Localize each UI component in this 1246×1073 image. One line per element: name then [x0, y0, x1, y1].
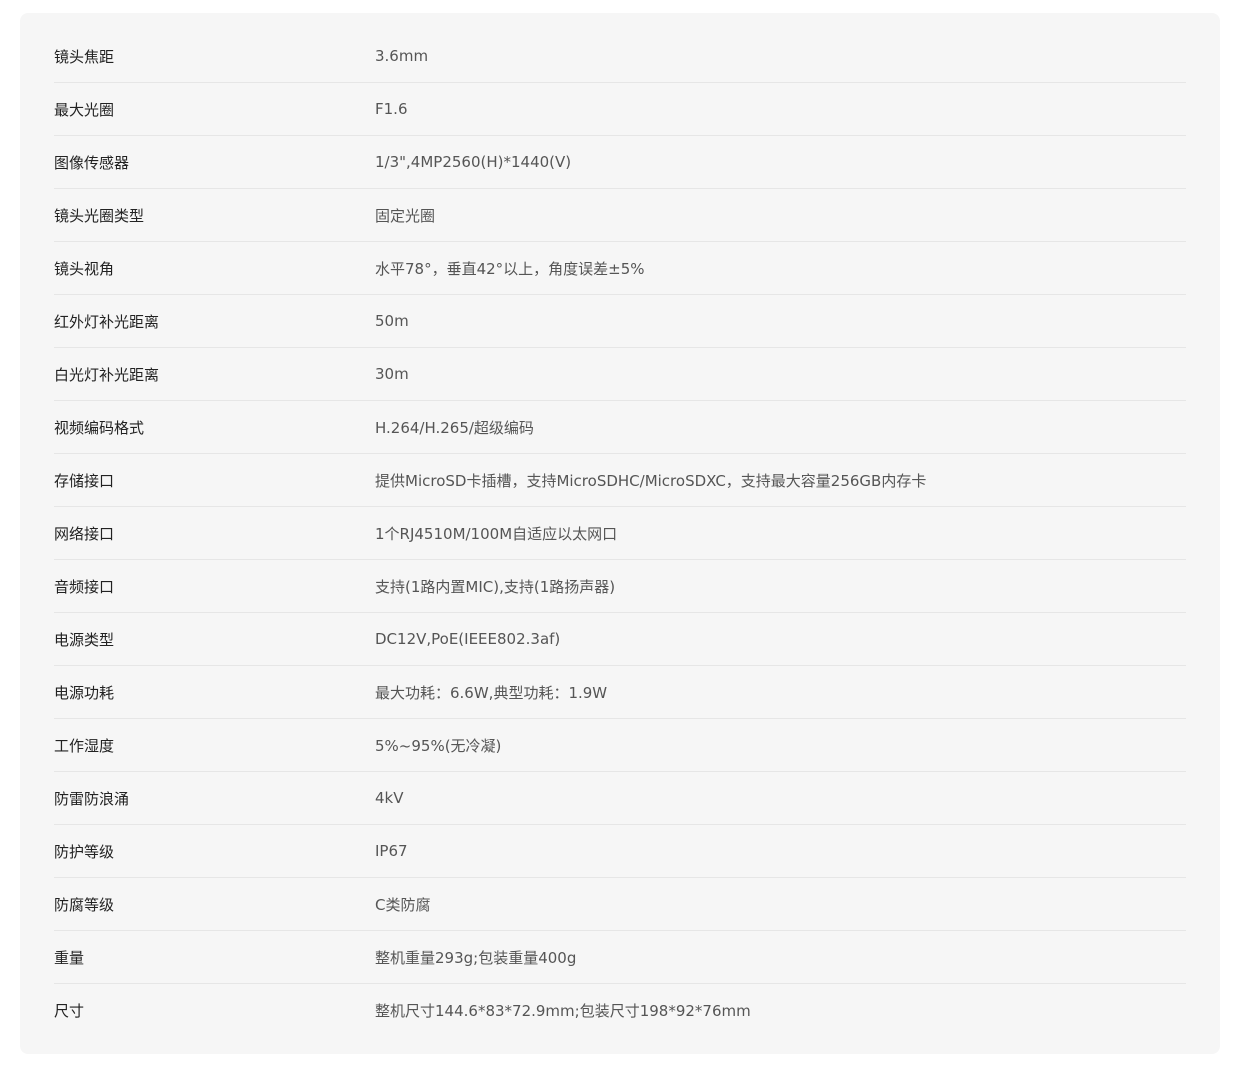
spec-value: H.264/H.265/超级编码 [375, 418, 534, 437]
spec-label: 图像传感器 [54, 153, 130, 172]
spec-label: 防护等级 [54, 842, 115, 861]
spec-label: 防腐等级 [54, 895, 115, 914]
spec-value: 整机重量293g;包装重量400g [375, 948, 577, 967]
spec-row-ir-distance: 红外灯补光距离 50m [54, 295, 1186, 348]
spec-table: 镜头焦距 3.6mm 最大光圈 F1.6 图像传感器 1/3",4MP2560(… [20, 13, 1220, 1054]
spec-label: 存储接口 [54, 471, 115, 490]
spec-value: 4kV [375, 789, 404, 807]
spec-row-dimensions: 尺寸 整机尺寸144.6*83*72.9mm;包装尺寸198*92*76mm [54, 984, 1186, 1036]
spec-row-max-aperture: 最大光圈 F1.6 [54, 83, 1186, 136]
spec-value: 3.6mm [375, 47, 429, 65]
spec-row-power-type: 电源类型 DC12V,PoE(IEEE802.3af) [54, 613, 1186, 666]
spec-label: 白光灯补光距离 [54, 365, 160, 384]
spec-row-ip-rating: 防护等级 IP67 [54, 825, 1186, 878]
spec-row-lens-focal-length: 镜头焦距 3.6mm [54, 30, 1186, 83]
spec-value: IP67 [375, 842, 408, 860]
spec-row-network-interface: 网络接口 1个RJ4510M/100M自适应以太网口 [54, 507, 1186, 560]
spec-value: 最大功耗：6.6W,典型功耗：1.9W [375, 683, 608, 702]
spec-value: 水平78°，垂直42°以上，角度误差±5% [375, 259, 645, 278]
spec-value: 支持(1路内置MIC),支持(1路扬声器) [375, 577, 616, 596]
spec-value: 提供MicroSD卡插槽，支持MicroSDHC/MicroSDXC，支持最大容… [375, 471, 927, 490]
spec-value: 固定光圈 [375, 206, 436, 225]
spec-label: 网络接口 [54, 524, 115, 543]
spec-row-video-encoding: 视频编码格式 H.264/H.265/超级编码 [54, 401, 1186, 454]
spec-row-surge-protection: 防雷防浪涌 4kV [54, 772, 1186, 825]
spec-label: 最大光圈 [54, 100, 115, 119]
spec-label: 视频编码格式 [54, 418, 145, 437]
spec-label: 镜头光圈类型 [54, 206, 145, 225]
spec-label: 防雷防浪涌 [54, 789, 130, 808]
spec-value: 整机尺寸144.6*83*72.9mm;包装尺寸198*92*76mm [375, 1001, 751, 1020]
spec-row-anticorrosion: 防腐等级 C类防腐 [54, 878, 1186, 931]
spec-row-audio-interface: 音频接口 支持(1路内置MIC),支持(1路扬声器) [54, 560, 1186, 613]
spec-row-weight: 重量 整机重量293g;包装重量400g [54, 931, 1186, 984]
spec-label: 尺寸 [54, 1001, 85, 1020]
spec-value: DC12V,PoE(IEEE802.3af) [375, 630, 561, 648]
spec-row-white-light-distance: 白光灯补光距离 30m [54, 348, 1186, 401]
spec-value: F1.6 [375, 100, 408, 118]
spec-row-humidity: 工作湿度 5%~95%(无冷凝) [54, 719, 1186, 772]
spec-label: 红外灯补光距离 [54, 312, 160, 331]
spec-label: 镜头视角 [54, 259, 115, 278]
spec-value: 1/3",4MP2560(H)*1440(V) [375, 153, 572, 171]
spec-row-power-consumption: 电源功耗 最大功耗：6.6W,典型功耗：1.9W [54, 666, 1186, 719]
spec-row-aperture-type: 镜头光圈类型 固定光圈 [54, 189, 1186, 242]
spec-row-image-sensor: 图像传感器 1/3",4MP2560(H)*1440(V) [54, 136, 1186, 189]
spec-value: 1个RJ4510M/100M自适应以太网口 [375, 524, 618, 543]
spec-value: 50m [375, 312, 409, 330]
spec-row-storage-interface: 存储接口 提供MicroSD卡插槽，支持MicroSDHC/MicroSDXC，… [54, 454, 1186, 507]
spec-label: 电源功耗 [54, 683, 115, 702]
spec-label: 电源类型 [54, 630, 115, 649]
spec-row-field-of-view: 镜头视角 水平78°，垂直42°以上，角度误差±5% [54, 242, 1186, 295]
spec-value: 30m [375, 365, 409, 383]
spec-value: 5%~95%(无冷凝) [375, 736, 502, 755]
spec-label: 工作湿度 [54, 736, 115, 755]
spec-label: 音频接口 [54, 577, 115, 596]
spec-label: 镜头焦距 [54, 47, 115, 66]
spec-label: 重量 [54, 948, 85, 967]
spec-value: C类防腐 [375, 895, 431, 914]
